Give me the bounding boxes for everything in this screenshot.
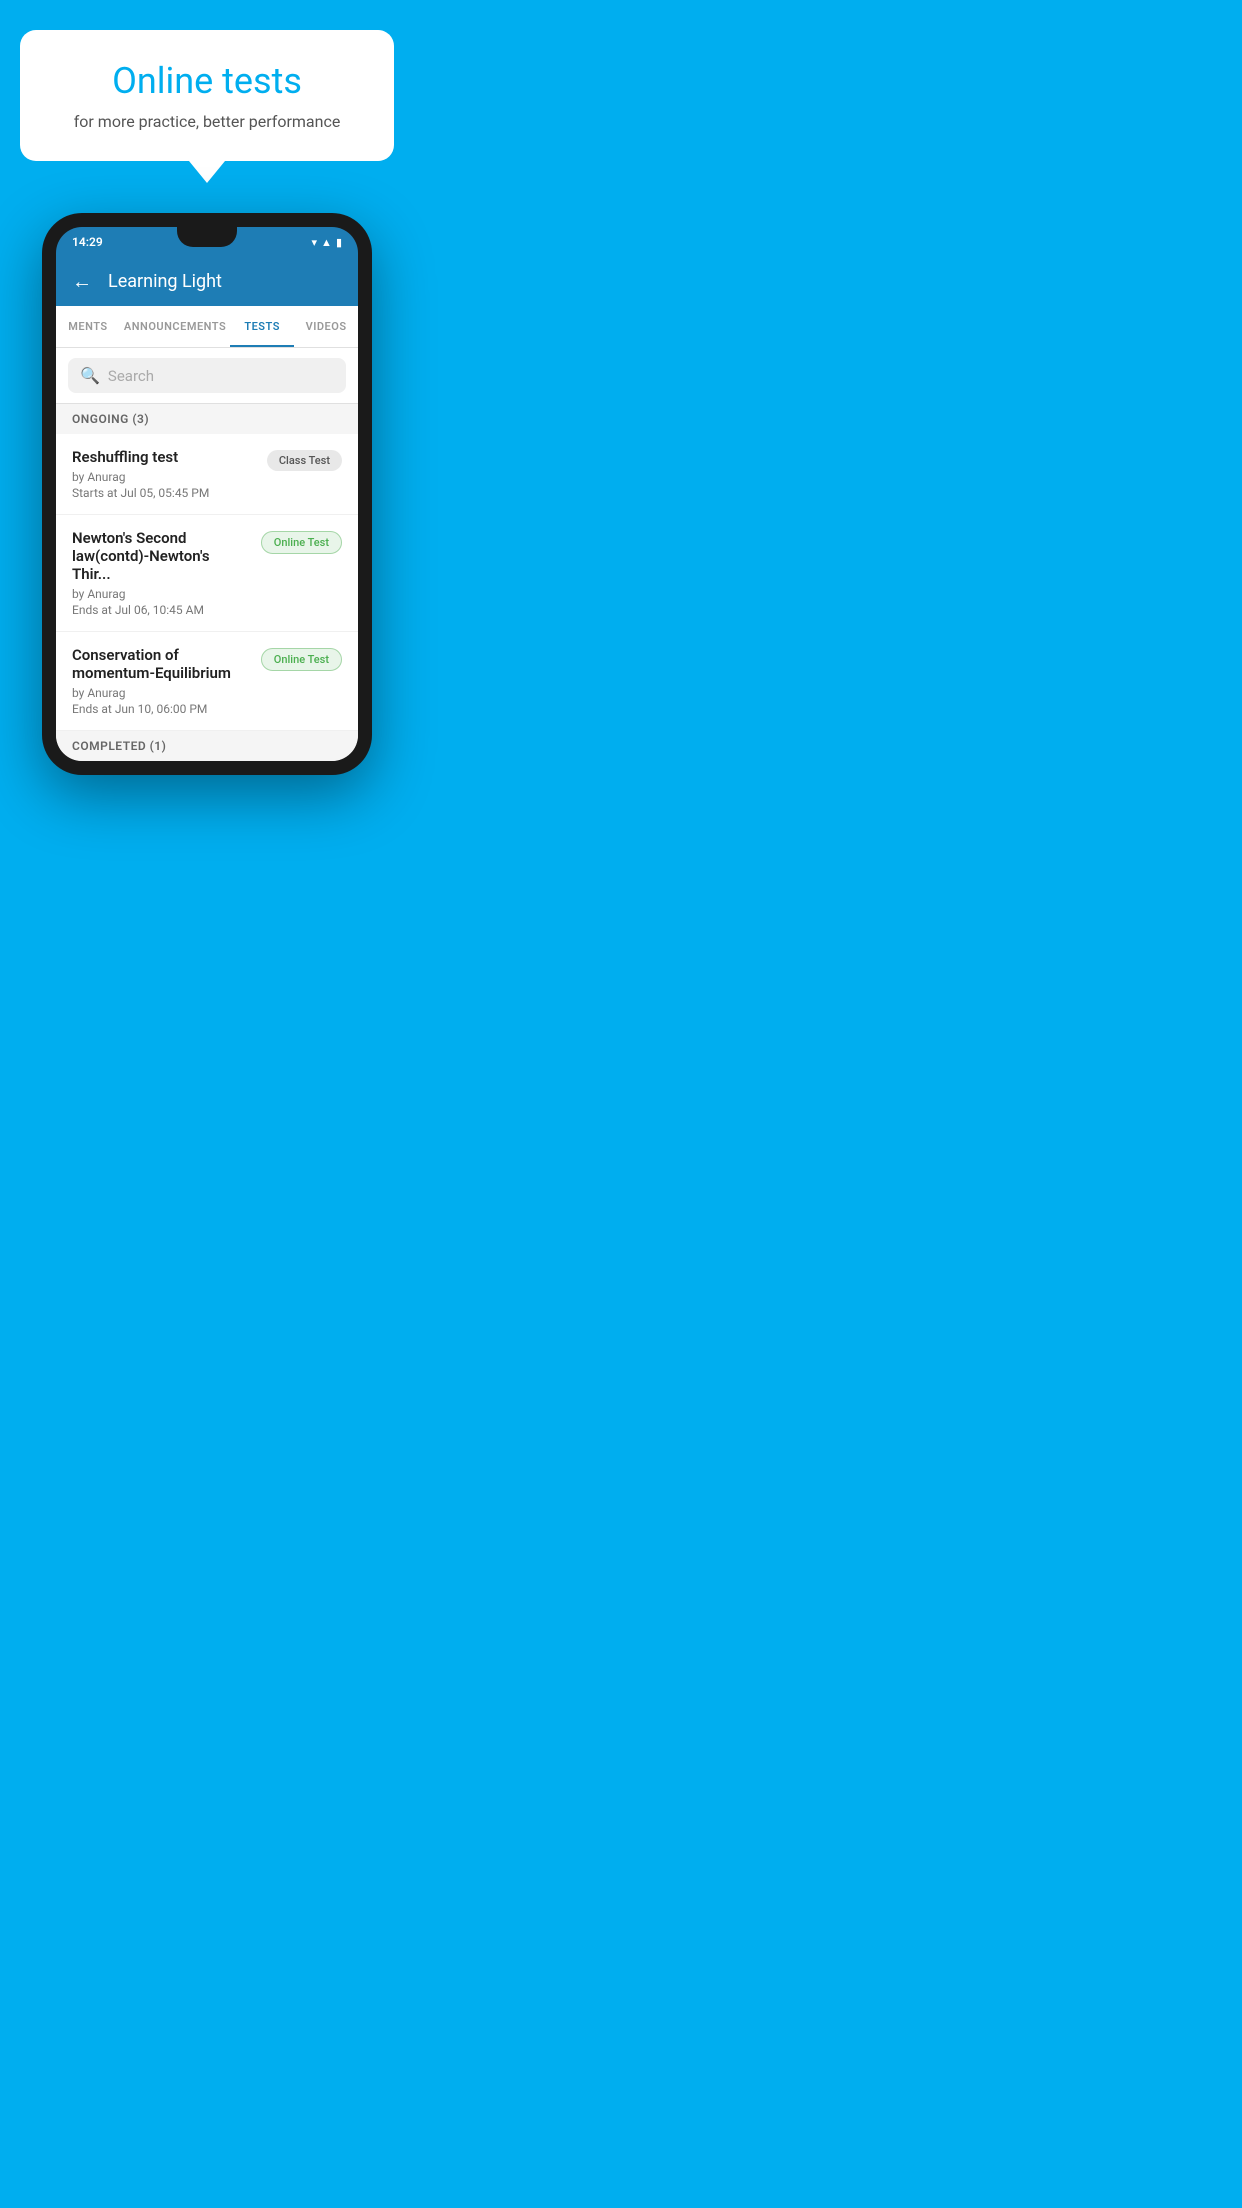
test-item-reshuffling[interactable]: Reshuffling test by Anurag Starts at Jul…	[56, 434, 358, 515]
search-bar-container: 🔍 Search	[56, 348, 358, 404]
search-placeholder: Search	[108, 367, 154, 385]
test-list: Reshuffling test by Anurag Starts at Jul…	[56, 434, 358, 731]
completed-section-label: COMPLETED (1)	[56, 731, 358, 761]
test-date-conservation: Ends at Jun 10, 06:00 PM	[72, 702, 251, 716]
app-header: ← Learning Light	[56, 257, 358, 306]
status-bar: 14:29 ▾ ▲ ▮	[56, 227, 358, 257]
search-icon: 🔍	[80, 366, 100, 385]
wifi-icon: ▾	[312, 236, 318, 249]
test-info-conservation: Conservation of momentum-Equilibrium by …	[72, 646, 261, 716]
test-author-newton: by Anurag	[72, 587, 251, 601]
app-title: Learning Light	[108, 271, 222, 292]
status-time: 14:29	[72, 235, 103, 249]
test-info-reshuffling: Reshuffling test by Anurag Starts at Jul…	[72, 448, 267, 500]
search-bar[interactable]: 🔍 Search	[68, 358, 346, 393]
back-button[interactable]: ←	[72, 269, 92, 294]
test-badge-newton: Online Test	[261, 531, 342, 554]
status-icons: ▾ ▲ ▮	[312, 236, 342, 249]
test-name-conservation: Conservation of momentum-Equilibrium	[72, 646, 251, 682]
test-name-newton: Newton's Second law(contd)-Newton's Thir…	[72, 529, 251, 583]
test-author-conservation: by Anurag	[72, 686, 251, 700]
test-item-conservation[interactable]: Conservation of momentum-Equilibrium by …	[56, 632, 358, 731]
phone-screen: ← Learning Light MENTS ANNOUNCEMENTS TES…	[56, 257, 358, 761]
tab-videos[interactable]: VIDEOS	[294, 306, 358, 347]
tabs-bar: MENTS ANNOUNCEMENTS TESTS VIDEOS	[56, 306, 358, 348]
test-name-reshuffling: Reshuffling test	[72, 448, 257, 466]
speech-bubble-arrow	[189, 161, 225, 183]
ongoing-section-label: ONGOING (3)	[56, 404, 358, 434]
speech-bubble: Online tests for more practice, better p…	[20, 30, 394, 161]
tab-announcements[interactable]: ANNOUNCEMENTS	[120, 306, 230, 347]
speech-bubble-container: Online tests for more practice, better p…	[20, 30, 394, 183]
phone-notch	[177, 227, 237, 247]
test-date-newton: Ends at Jul 06, 10:45 AM	[72, 603, 251, 617]
speech-bubble-title: Online tests	[60, 60, 354, 102]
test-author-reshuffling: by Anurag	[72, 470, 257, 484]
test-date-reshuffling: Starts at Jul 05, 05:45 PM	[72, 486, 257, 500]
phone-frame: 14:29 ▾ ▲ ▮ ← Learning Light MENTS ANNOU…	[42, 213, 372, 775]
test-badge-reshuffling: Class Test	[267, 450, 342, 471]
test-badge-conservation: Online Test	[261, 648, 342, 671]
signal-icon: ▲	[321, 236, 332, 249]
test-info-newton: Newton's Second law(contd)-Newton's Thir…	[72, 529, 261, 617]
speech-bubble-subtitle: for more practice, better performance	[60, 112, 354, 131]
battery-icon: ▮	[336, 236, 342, 249]
tab-tests[interactable]: TESTS	[230, 306, 294, 347]
tab-ments[interactable]: MENTS	[56, 306, 120, 347]
test-item-newton[interactable]: Newton's Second law(contd)-Newton's Thir…	[56, 515, 358, 632]
